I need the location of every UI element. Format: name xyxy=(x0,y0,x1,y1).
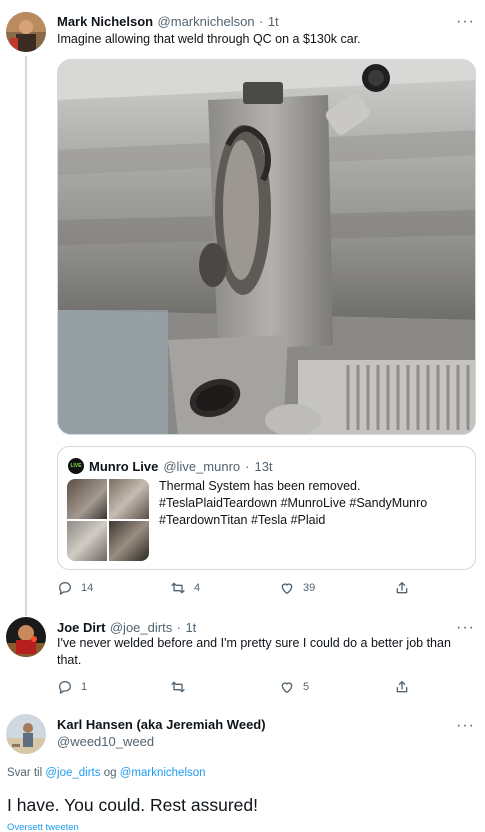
translate-tweet-link[interactable]: Oversett tweeten xyxy=(7,822,79,832)
tweet-actions: 14 4 39 xyxy=(57,580,457,600)
tweet-mark-nichelson[interactable]: Mark Nichelson @marknichelson · 1t ··· I… xyxy=(0,0,485,616)
reply-button[interactable]: 14 xyxy=(57,580,93,596)
focused-tweet-text: I have. You could. Rest assured! xyxy=(7,795,258,815)
more-options-icon[interactable]: ··· xyxy=(456,620,475,636)
share-icon xyxy=(396,681,408,693)
separator-dot: · xyxy=(259,14,264,29)
share-icon xyxy=(396,582,408,594)
tweet-header: Mark Nichelson @marknichelson · 1t xyxy=(57,13,279,31)
quoted-thumb-1[interactable] xyxy=(67,479,107,519)
retweet-icon xyxy=(171,582,185,594)
reply-icon xyxy=(59,582,71,595)
quoted-tweet[interactable]: LIVE Munro Live @live_munro · 13t Therma… xyxy=(57,446,476,570)
quoted-text-line-2: #TeslaPlaidTeardown #MunroLive #SandyMun… xyxy=(159,496,428,510)
share-button[interactable] xyxy=(394,580,410,596)
quoted-thumb-4[interactable] xyxy=(109,521,149,561)
reply-button[interactable]: 1 xyxy=(57,679,87,695)
separator-dot: · xyxy=(176,620,181,635)
retweet-icon xyxy=(171,681,185,693)
tweet-text-line-2: that. xyxy=(57,653,82,667)
quoted-author-name[interactable]: Munro Live xyxy=(89,459,158,474)
author-name[interactable]: Joe Dirt xyxy=(57,620,105,635)
like-count: 39 xyxy=(303,582,316,594)
timestamp[interactable]: 1t xyxy=(268,14,279,29)
separator-dot: · xyxy=(245,458,250,474)
heart-icon xyxy=(281,583,293,594)
quoted-timestamp[interactable]: 13t xyxy=(254,459,272,474)
quoted-text-line-1: Thermal System has been removed. xyxy=(159,479,361,493)
reply-prefix: Svar til xyxy=(7,767,43,779)
avatar-joe-dirt[interactable] xyxy=(6,617,46,657)
author-name[interactable]: Karl Hansen (aka Jeremiah Weed) xyxy=(57,717,266,732)
timestamp[interactable]: 1t xyxy=(185,620,196,635)
retweet-count: 4 xyxy=(194,582,201,594)
reply-count: 14 xyxy=(81,582,94,594)
avatar-karl-hansen[interactable] xyxy=(6,714,46,754)
tweet-actions: 1 5 xyxy=(57,679,457,699)
reply-icon xyxy=(59,681,71,694)
more-options-icon[interactable]: ··· xyxy=(456,718,475,734)
author-handle[interactable]: @marknichelson xyxy=(158,14,255,29)
tweet-joe-dirt[interactable]: Joe Dirt @joe_dirts · 1t ··· I've never … xyxy=(0,610,485,705)
munro-live-avatar[interactable]: LIVE xyxy=(68,458,84,474)
avatar-mark-nichelson[interactable] xyxy=(6,12,46,52)
tweet-text-line-1: I've never welded before and I'm pretty … xyxy=(57,636,451,650)
author-name[interactable]: Mark Nichelson xyxy=(57,14,153,29)
heart-icon xyxy=(281,682,293,693)
quoted-thumb-2[interactable] xyxy=(109,479,149,519)
quoted-media-grid[interactable] xyxy=(67,479,149,561)
reply-user-link-joe[interactable]: @joe_dirts xyxy=(45,767,100,779)
quoted-author-handle[interactable]: @live_munro xyxy=(163,459,240,474)
quoted-thumb-3[interactable] xyxy=(67,521,107,561)
like-button[interactable]: 39 xyxy=(279,580,315,596)
reply-context: Svar til @joe_dirts og @marknichelson xyxy=(7,767,206,779)
tweet-text: Imagine allowing that weld through QC on… xyxy=(57,32,361,46)
retweet-button[interactable]: 4 xyxy=(170,580,200,596)
author-handle[interactable]: @joe_dirts xyxy=(110,620,172,635)
like-count: 5 xyxy=(303,681,310,693)
share-button[interactable] xyxy=(394,679,410,695)
like-button[interactable]: 5 xyxy=(279,679,309,695)
more-options-icon[interactable]: ··· xyxy=(456,14,475,30)
retweet-button[interactable] xyxy=(170,679,194,695)
thread-line xyxy=(25,56,27,616)
tweet-image-weld[interactable] xyxy=(57,59,476,435)
author-handle[interactable]: @weed10_weed xyxy=(57,734,154,749)
reply-count: 1 xyxy=(81,681,88,693)
quoted-header: LIVE Munro Live @live_munro · 13t xyxy=(68,458,273,474)
reply-user-link-mark[interactable]: @marknichelson xyxy=(120,767,206,779)
reply-and: og xyxy=(103,767,117,779)
quoted-text-line-3: #TeardownTitan #Tesla #Plaid xyxy=(159,513,326,527)
